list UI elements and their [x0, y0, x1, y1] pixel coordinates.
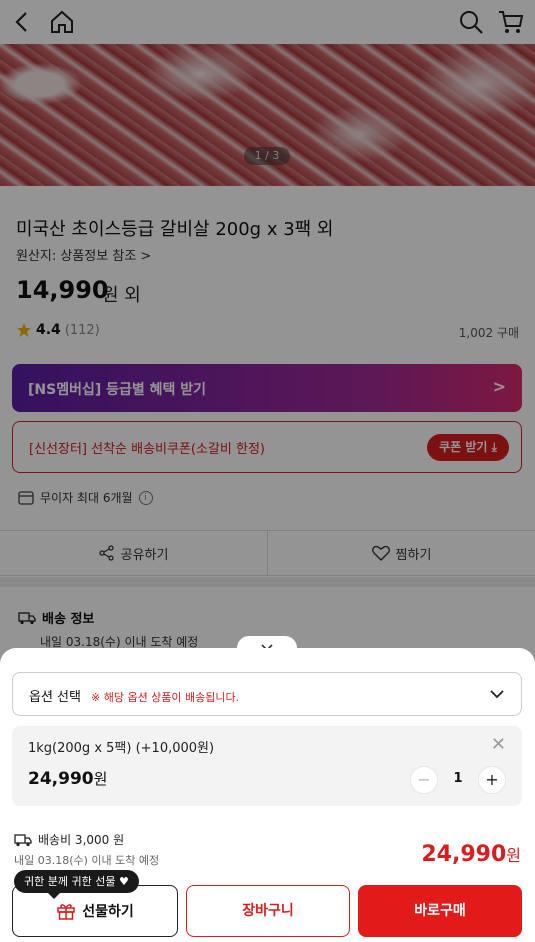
shipping-eta: 내일 03.18(수) 이내 도착 예정 [14, 854, 160, 867]
shipping-fee-label: 배송비 3,000 원 [38, 833, 125, 847]
option-select[interactable]: 옵션 선택 ※ 해당 옵션 상품이 배송됩니다. [12, 672, 522, 716]
option-item-name: 1kg(200g x 5팩) (+10,000원) [28, 741, 215, 756]
selected-option-item: 1kg(200g x 5팩) (+10,000원) ✕ 24,990원 − 1 … [12, 726, 522, 806]
remove-option-icon[interactable]: ✕ [491, 734, 506, 755]
option-select-label: 옵션 선택 [29, 690, 81, 705]
gift-button-label: 선물하기 [82, 904, 134, 920]
add-to-cart-button[interactable]: 장바구니 [186, 885, 350, 937]
total-price-value: 24,990 [421, 842, 507, 867]
shipping-fee: 배송비 3,000 원 [14, 831, 124, 848]
option-note: ※ 해당 옵션 상품이 배송됩니다. [91, 691, 240, 704]
chevron-down-icon [490, 690, 504, 699]
total-price-unit: 원 [506, 846, 521, 865]
gift-icon [57, 904, 75, 920]
total-price: 24,990원 [421, 842, 521, 867]
option-item-price-value: 24,990 [28, 769, 94, 789]
option-item-price: 24,990원 [28, 768, 107, 789]
buy-now-button[interactable]: 바로구매 [358, 885, 522, 937]
option-item-price-unit: 원 [93, 770, 108, 788]
gift-tooltip: 귀한 분께 귀한 선물 ♥ [14, 870, 139, 899]
quantity-value: 1 [453, 771, 463, 786]
quantity-decrease-button[interactable]: − [410, 766, 438, 794]
quantity-increase-button[interactable]: + [478, 766, 506, 794]
truck-icon [14, 833, 32, 846]
quantity-stepper: − 1 + [410, 766, 506, 794]
